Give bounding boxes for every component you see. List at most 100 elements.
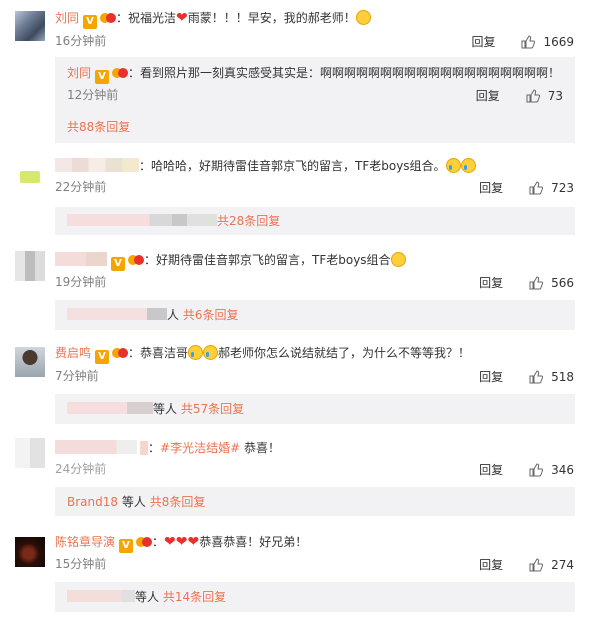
- comment-actions: 回复 566: [479, 274, 574, 291]
- like-thumb-icon[interactable]: [529, 180, 544, 195]
- more-replies-row: 共28条回复: [67, 213, 280, 229]
- more-replies-row: 等人 共57条回复: [67, 401, 244, 417]
- avatar[interactable]: [15, 438, 45, 468]
- more-replies-link[interactable]: 共57条回复: [181, 402, 244, 416]
- verified-v-icon: V: [95, 350, 110, 364]
- verified-v-icon: V: [95, 70, 110, 84]
- reply-box: 共28条回复: [55, 207, 575, 235]
- comment-actions: 回复 1669: [471, 33, 574, 50]
- comment-actions: 回复 518: [479, 368, 574, 385]
- fan-badge-icon: [100, 13, 117, 23]
- reply-box: 人 共6条回复: [55, 300, 575, 330]
- avatar[interactable]: [15, 347, 45, 377]
- smile-emoji-icon: [355, 10, 371, 25]
- comment-text: V ：好期待雷佳音郭京飞的留言，TF老boys组合: [55, 252, 406, 271]
- comment-time: 19分钟前: [55, 275, 107, 289]
- like-count: 1669: [543, 34, 574, 49]
- reply-box: 等人 共14条回复: [55, 582, 575, 612]
- like-count: 723: [551, 180, 574, 195]
- heart-icon: ❤: [187, 534, 200, 550]
- more-replies-link[interactable]: 共88条回复: [67, 120, 130, 134]
- more-replies-link[interactable]: 共14条回复: [163, 590, 226, 604]
- comment-time: 22分钟前: [55, 180, 107, 194]
- like-count: 566: [551, 275, 574, 290]
- verified-v-icon: V: [119, 539, 134, 553]
- reply-actions: 回复 73: [476, 87, 563, 104]
- fan-badge-icon: [136, 537, 153, 547]
- crying-emoji-icon: [188, 345, 204, 360]
- more-replies-row: 等人 共14条回复: [67, 589, 226, 605]
- avatar[interactable]: [15, 158, 45, 188]
- hashtag-link[interactable]: #李光洁结婚#: [160, 441, 240, 455]
- more-replies-row: Brand18 等人 共8条回复: [67, 495, 206, 509]
- avatar[interactable]: [15, 251, 45, 281]
- reply-users-blurred: [67, 308, 167, 320]
- comment-actions: 回复 723: [479, 179, 574, 196]
- more-replies-link[interactable]: 共6条回复: [183, 308, 239, 322]
- like-count: 73: [547, 88, 563, 103]
- reply-button[interactable]: 回复: [476, 87, 500, 104]
- username-blurred[interactable]: [55, 252, 107, 266]
- username-blurred[interactable]: [55, 440, 137, 454]
- verified-v-icon: V: [83, 15, 98, 29]
- username-link[interactable]: 刘同: [55, 11, 79, 25]
- crying-emoji-icon: [203, 345, 219, 360]
- reply-box: Brand18 等人 共8条回复: [55, 487, 575, 516]
- fan-badge-icon: [140, 441, 148, 455]
- comment-actions: 回复 346: [479, 461, 574, 478]
- username-blurred[interactable]: [55, 158, 139, 172]
- heart-icon: ❤: [176, 10, 188, 26]
- laugh-cry-emoji-icon: [445, 158, 461, 173]
- username-link[interactable]: 陈铭章导演: [55, 535, 115, 549]
- reply-text: 刘同 V ：看到照片那一刻真实感受其实是：啊啊啊啊啊啊啊啊啊啊啊啊啊啊啊啊啊啊啊！: [67, 66, 561, 84]
- reply-box: 刘同 V ：看到照片那一刻真实感受其实是：啊啊啊啊啊啊啊啊啊啊啊啊啊啊啊啊啊啊啊！ …: [55, 57, 575, 143]
- comment-time: 7分钟前: [55, 369, 99, 383]
- heart-icon: ❤: [164, 534, 176, 550]
- reply-users-blurred: [67, 402, 153, 414]
- like-thumb-icon[interactable]: [526, 88, 540, 103]
- comment-text: 费启鸣 V ：恭喜洁哥 郝老师你怎么说结就结了，为什么不等等我？！: [55, 345, 471, 364]
- reply-time: 12分钟前: [67, 88, 119, 102]
- fan-badge-icon: [112, 68, 129, 78]
- more-replies-link[interactable]: 共28条回复: [217, 214, 280, 228]
- like-thumb-icon[interactable]: [529, 462, 544, 477]
- laugh-cry-emoji-icon: [460, 158, 476, 173]
- reply-button[interactable]: 回复: [479, 274, 503, 291]
- like-count: 274: [551, 557, 574, 572]
- comment-time: 15分钟前: [55, 557, 107, 571]
- more-replies-link[interactable]: 共8条回复: [150, 495, 206, 509]
- reply-users-blurred: [67, 214, 217, 226]
- reply-user-link[interactable]: Brand18: [67, 495, 118, 509]
- fan-badge-icon: [128, 255, 144, 265]
- comment-text: 刘同 V ：祝福光洁❤雨蒙！！！早安，我的郝老师！: [55, 10, 371, 29]
- comment-text: ：哈哈哈，好期待雷佳音郭京飞的留言，TF老boys组合。: [55, 158, 476, 174]
- comment-actions: 回复 274: [479, 556, 574, 573]
- comment-text: ：#李光洁结婚# 恭喜！: [55, 440, 280, 456]
- reply-button[interactable]: 回复: [479, 179, 503, 196]
- grin-emoji-icon: [390, 252, 406, 267]
- like-thumb-icon[interactable]: [529, 275, 544, 290]
- username-link[interactable]: 刘同: [67, 66, 91, 80]
- reply-button[interactable]: 回复: [471, 33, 495, 50]
- like-count: 346: [551, 462, 574, 477]
- reply-box: 等人 共57条回复: [55, 394, 575, 424]
- username-link[interactable]: 费启鸣: [55, 346, 91, 360]
- reply-button[interactable]: 回复: [479, 368, 503, 385]
- like-count: 518: [551, 369, 574, 384]
- more-replies-row: 共88条回复: [67, 119, 130, 135]
- comment-text: 陈铭章导演 V ：❤❤❤恭喜恭喜！好兄弟！: [55, 534, 308, 553]
- reply-users-blurred: [67, 590, 135, 602]
- like-thumb-icon[interactable]: [529, 557, 544, 572]
- heart-icon: ❤: [175, 534, 188, 550]
- avatar[interactable]: [15, 11, 45, 41]
- like-thumb-icon[interactable]: [529, 369, 544, 384]
- verified-v-icon: V: [111, 257, 125, 271]
- comment-time: 24分钟前: [55, 462, 107, 476]
- comment-time: 16分钟前: [55, 34, 107, 48]
- like-thumb-icon[interactable]: [521, 34, 536, 49]
- reply-button[interactable]: 回复: [479, 461, 503, 478]
- more-replies-row: 人 共6条回复: [67, 307, 238, 323]
- avatar[interactable]: [15, 537, 45, 567]
- fan-badge-icon: [112, 348, 129, 358]
- reply-button[interactable]: 回复: [479, 556, 503, 573]
